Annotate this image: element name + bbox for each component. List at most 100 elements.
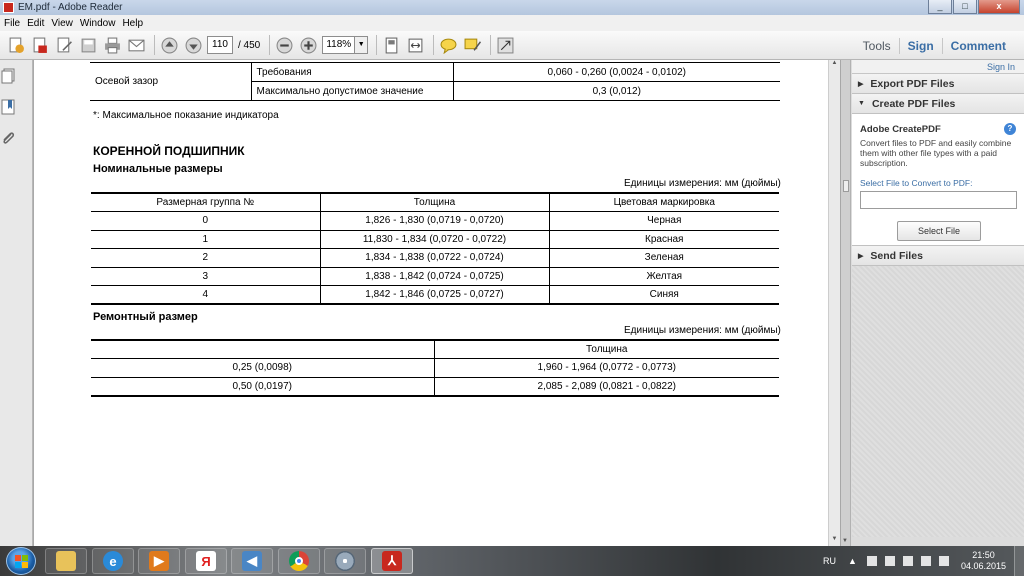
tools-link[interactable]: Tools: [855, 39, 899, 53]
chrome-icon: [289, 551, 309, 571]
show-desktop-button[interactable]: [1014, 546, 1024, 576]
highlighter-icon: [464, 38, 481, 51]
save-button[interactable]: [78, 35, 98, 55]
language-indicator[interactable]: RU: [823, 556, 836, 566]
highlight-button[interactable]: [462, 35, 482, 55]
triangle-right-icon: ▶: [858, 80, 864, 88]
clock[interactable]: 21:50 04.06.2015: [961, 550, 1006, 572]
window-controls: _ □ x: [928, 0, 1020, 14]
fit-page-button[interactable]: [381, 35, 401, 55]
menu-file[interactable]: File: [4, 18, 25, 29]
table-cell: Максимально допустимое значение: [251, 81, 454, 101]
table-cell: Черная: [549, 211, 779, 231]
comment-button[interactable]: [438, 35, 458, 55]
taskbar-adobe-reader[interactable]: ⅄: [371, 548, 413, 574]
scroll-down-icon[interactable]: ▼: [829, 536, 840, 546]
taskbar: e ▶ Я ◀ ⅄ RU ▲ 21:50 04.06.2015: [0, 546, 1024, 576]
open-pdf-button[interactable]: [30, 35, 50, 55]
next-page-button[interactable]: [183, 35, 203, 55]
send-files-section[interactable]: ▶ Send Files: [852, 246, 1024, 266]
print-icon: [104, 37, 120, 53]
toolbar-separator: [490, 35, 492, 55]
scroll-down-icon[interactable]: ▼: [842, 538, 848, 544]
minimize-button[interactable]: _: [928, 0, 952, 14]
taskbar-chrome[interactable]: [278, 548, 320, 574]
speaker-icon: ◀: [242, 551, 262, 571]
print-button[interactable]: [102, 35, 122, 55]
page-thumbnails-icon[interactable]: [0, 68, 16, 84]
close-button[interactable]: x: [978, 0, 1020, 14]
sign-link[interactable]: Sign: [900, 39, 942, 53]
taskbar-yandex-browser[interactable]: Я: [185, 548, 227, 574]
section-heading: КОРЕННОЙ ПОДШИПНИК: [93, 144, 245, 158]
bookmarks-icon[interactable]: [0, 99, 16, 115]
taskbar-internet-explorer[interactable]: e: [92, 548, 134, 574]
battery-icon[interactable]: [902, 556, 913, 566]
comment-link[interactable]: Comment: [943, 39, 1014, 53]
scroll-up-icon[interactable]: ▲: [829, 60, 840, 70]
menu-view[interactable]: View: [51, 18, 78, 29]
taskbar-media-player[interactable]: ▶: [138, 548, 180, 574]
splitter-grip[interactable]: [843, 180, 849, 192]
select-file-button[interactable]: Select File: [897, 221, 981, 241]
panel-splitter[interactable]: ▼: [841, 60, 851, 546]
create-pdf-description: Convert files to PDF and easily combine …: [860, 138, 1012, 168]
column-header: Размерная группа №: [91, 192, 321, 212]
menu-window[interactable]: Window: [80, 18, 121, 29]
previous-page-button[interactable]: [159, 35, 179, 55]
document-viewport[interactable]: Осевой зазор Требования 0,060 - 0,260 (0…: [33, 60, 840, 546]
sign-in-link[interactable]: Sign In: [852, 60, 1024, 74]
menu-help[interactable]: Help: [122, 18, 148, 29]
table-cell: 0,3 (0,012): [453, 81, 780, 101]
navigation-pane: [0, 60, 33, 546]
fit-width-button[interactable]: [405, 35, 425, 55]
table-cell: 2: [91, 248, 321, 268]
network-icon[interactable]: [920, 556, 931, 566]
table-row: 2 1,834 - 1,838 (0,0722 - 0,0724) Зелена…: [91, 248, 779, 268]
window-title: EM.pdf - Adobe Reader: [18, 2, 123, 13]
folder-icon: [56, 551, 76, 571]
zoom-out-button[interactable]: [274, 35, 294, 55]
flag-icon[interactable]: [884, 556, 895, 566]
start-button[interactable]: [6, 547, 36, 575]
taskbar-file-explorer[interactable]: [45, 548, 87, 574]
paperclip-icon[interactable]: [0, 130, 16, 146]
footnote: *: Максимальное показание индикатора: [93, 110, 279, 121]
file-path-input[interactable]: [860, 191, 1017, 209]
speech-bubble-icon: [440, 38, 457, 54]
expand-button[interactable]: [495, 35, 515, 55]
taskbar-volume-app[interactable]: ◀: [231, 548, 273, 574]
menu-edit[interactable]: Edit: [27, 18, 49, 29]
repair-size-table: Толщина 0,25 (0,0098) 1,960 - 1,964 (0,0…: [91, 339, 779, 397]
zoom-dropdown-button[interactable]: ▼: [355, 36, 369, 54]
pdf-page: Осевой зазор Требования 0,060 - 0,260 (0…: [34, 60, 836, 546]
volume-icon[interactable]: [938, 556, 949, 566]
plus-circle-icon: [300, 37, 317, 53]
create-pdf-section[interactable]: ▼ Create PDF Files: [852, 94, 1024, 114]
select-file-label: Select File to Convert to PDF:: [860, 178, 973, 188]
toolbar-right-links: Tools Sign Comment: [855, 31, 1014, 60]
tray-expand-icon[interactable]: ▲: [848, 556, 857, 566]
nominal-subheading: Номинальные размеры: [93, 163, 223, 175]
create-pdf-icon: [9, 37, 24, 53]
table-cell: Красная: [549, 230, 779, 249]
zoom-in-button[interactable]: [298, 35, 318, 55]
edit-button[interactable]: [54, 35, 74, 55]
zoom-input[interactable]: 118%: [322, 36, 356, 54]
table-cell: 1,834 - 1,838 (0,0722 - 0,0724): [320, 248, 550, 268]
column-header: [91, 339, 435, 359]
title-bar: EM.pdf - Adobe Reader _ □ x: [0, 0, 1024, 15]
create-pdf-button[interactable]: [6, 35, 26, 55]
repair-units-note: Единицы измерения: мм (дюймы): [624, 325, 781, 336]
maximize-button[interactable]: □: [953, 0, 977, 14]
envelope-icon: [128, 39, 144, 51]
help-icon[interactable]: ?: [1004, 123, 1016, 135]
page-number-input[interactable]: 110: [207, 36, 233, 54]
document-scrollbar[interactable]: ▲ ▼: [828, 60, 840, 546]
tray-windows-icon[interactable]: [866, 556, 877, 566]
export-pdf-section[interactable]: ▶ Export PDF Files: [852, 74, 1024, 94]
fit-width-icon: [408, 38, 423, 52]
taskbar-disc-burner[interactable]: [324, 548, 366, 574]
email-button[interactable]: [126, 35, 146, 55]
table-row: 4 1,842 - 1,846 (0,0725 - 0,0727) Синяя: [91, 285, 779, 305]
